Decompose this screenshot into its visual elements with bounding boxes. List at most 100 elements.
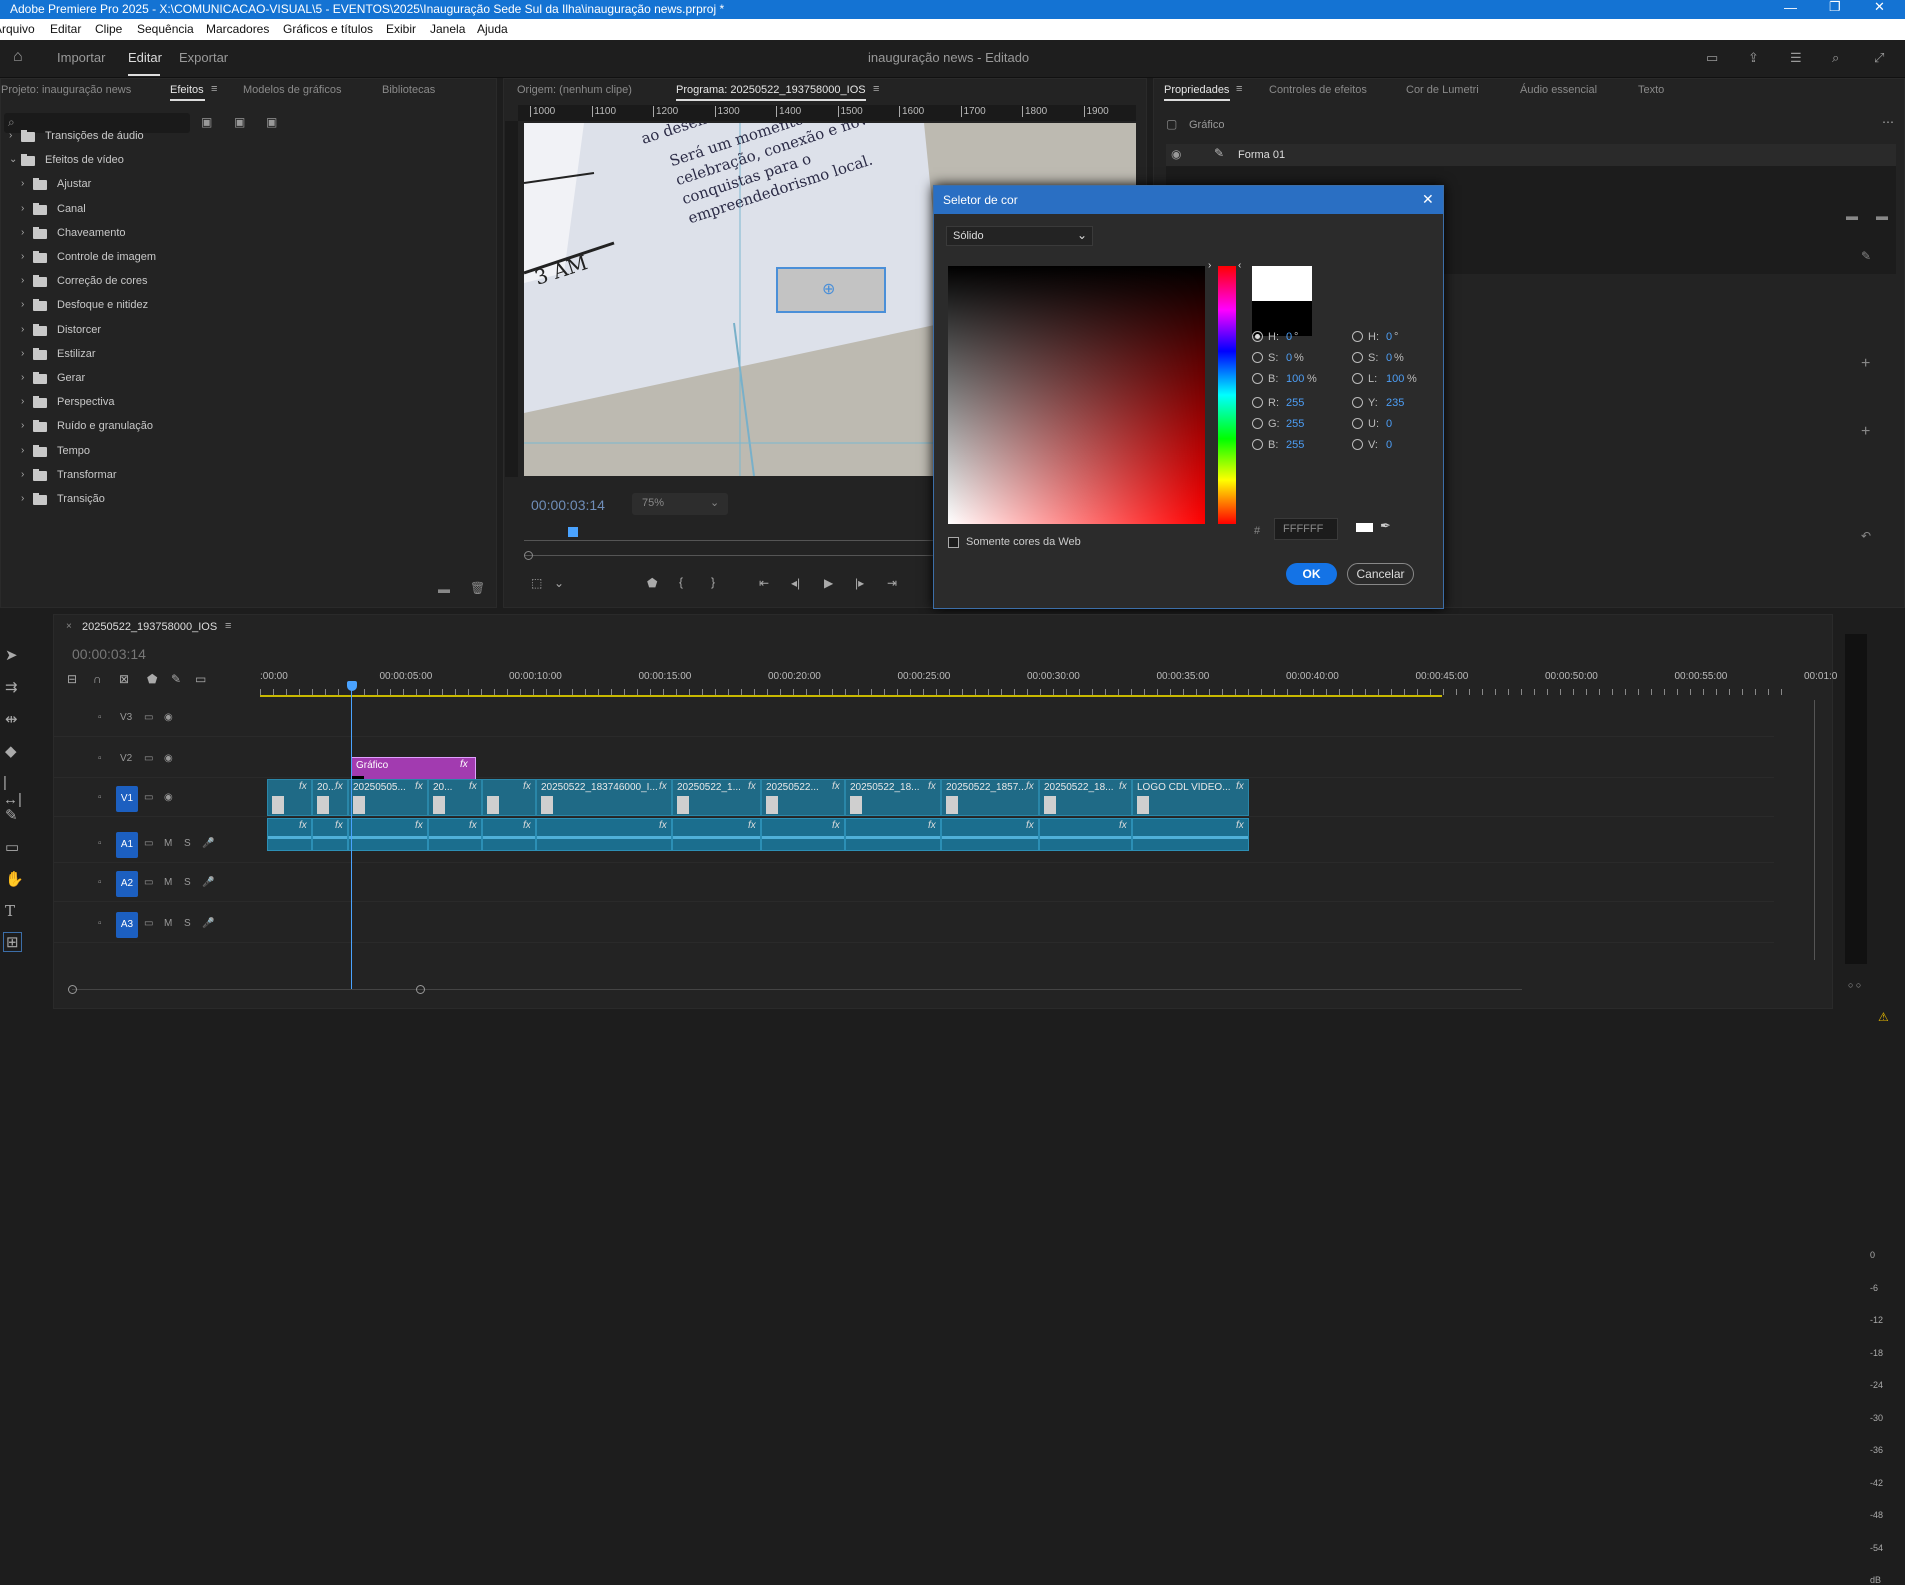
effects-tree-item[interactable]: › Chaveamento	[1, 224, 481, 244]
color-mode-radio[interactable]	[1252, 373, 1263, 384]
properties-menu-icon[interactable]: ≡	[1236, 83, 1242, 95]
work-area-bar[interactable]	[260, 695, 1442, 697]
restore-icon[interactable]: ❐	[1829, 0, 1841, 15]
audio-clip[interactable]: fx	[941, 818, 1039, 851]
effects-tree-item[interactable]: › Perspectiva	[1, 393, 481, 413]
effects-tree-item[interactable]: › Transformar	[1, 466, 481, 486]
color-mode-radio[interactable]	[1352, 352, 1363, 363]
audio-clip[interactable]: fx	[482, 818, 536, 851]
chevron-right-icon[interactable]: ›	[21, 420, 24, 431]
track-label[interactable]: V1	[116, 786, 138, 812]
effects-tree-item[interactable]: › Gerar	[1, 369, 481, 389]
menu-arquivo[interactable]: Arquivo	[0, 22, 35, 36]
effects-tree-item[interactable]: › Ajustar	[1, 175, 481, 195]
layer-row[interactable]: ◉ ✎ Forma 01	[1166, 144, 1896, 166]
wrench-icon[interactable]: ✎	[1861, 249, 1871, 263]
dialog-close-icon[interactable]: ✕	[1422, 191, 1434, 208]
export-tab[interactable]: Exportar	[179, 50, 228, 65]
effects-tree-item[interactable]: › Estilizar	[1, 345, 481, 365]
eye-icon[interactable]: ◉	[164, 753, 173, 764]
sequence-tab[interactable]: 20250522_193758000_IOS	[82, 621, 217, 633]
zoom-select[interactable]: 75% ⌄	[632, 493, 728, 515]
sync-lock-icon[interactable]: ▭	[144, 918, 153, 929]
menu-marcadores[interactable]: Marcadores	[206, 22, 269, 36]
add-marker-icon[interactable]: ⬟	[147, 672, 157, 686]
microphone-icon[interactable]: 🎤	[202, 838, 214, 849]
audio-clip[interactable]: fx	[1132, 818, 1249, 851]
add-icon-2[interactable]: +	[1861, 423, 1870, 441]
menu-ajuda[interactable]: Ajuda	[477, 22, 508, 36]
web-only-checkbox[interactable]	[948, 537, 959, 548]
linked-selection-icon[interactable]: ⊠	[119, 672, 129, 686]
chevron-right-icon[interactable]: ›	[21, 251, 24, 262]
audio-clip[interactable]: fx	[761, 818, 845, 851]
video-clip[interactable]: 20... fx	[428, 779, 482, 816]
sync-lock-icon[interactable]: ▭	[144, 838, 153, 849]
new-layer-icon[interactable]: ▬	[1846, 209, 1858, 223]
nest-icon[interactable]: ⊟	[67, 672, 77, 686]
scroll-handle[interactable]	[524, 551, 533, 560]
video-clip[interactable]: 20250522... fx	[761, 779, 845, 816]
effects-tree-item[interactable]: › Transições de áudio	[1, 127, 481, 147]
solo-button[interactable]: S	[184, 877, 191, 888]
safe-margins-icon[interactable]: ⬚	[531, 576, 542, 590]
sync-lock-icon[interactable]: ▭	[144, 792, 153, 803]
chevron-right-icon[interactable]: ›	[21, 445, 24, 456]
eye-icon[interactable]: ◉	[164, 792, 173, 803]
hue-slider[interactable]	[1218, 266, 1236, 524]
tab-program[interactable]: Programa: 20250522_193758000_IOS	[676, 84, 866, 96]
lock-toggle-icon[interactable]: ▫	[98, 877, 102, 888]
mark-in-icon[interactable]: {	[679, 575, 683, 589]
program-timecode[interactable]: 00:00:03:14	[531, 497, 605, 513]
video-clip[interactable]: 20250522_18... fx	[845, 779, 941, 816]
eye-icon[interactable]: ◉	[164, 712, 173, 723]
audio-clip[interactable]: fx	[1039, 818, 1132, 851]
marker-icon[interactable]: ⬟	[647, 576, 657, 590]
effects-tree-item[interactable]: › Correção de cores	[1, 272, 481, 292]
color-mode-radio[interactable]	[1252, 397, 1263, 408]
scroll-right-handle[interactable]	[416, 985, 425, 994]
delete-icon[interactable]: 🗑	[470, 581, 485, 595]
fullscreen-icon[interactable]: ⤢	[1874, 50, 1884, 66]
audio-clip[interactable]: fx	[267, 818, 312, 851]
lock-toggle-icon[interactable]: ▫	[98, 792, 102, 803]
anchor-point-icon[interactable]: ⊕	[822, 279, 835, 299]
workspace-icon[interactable]: ▭	[1706, 50, 1718, 66]
color-mode-radio[interactable]	[1352, 397, 1363, 408]
warning-icon[interactable]: ⚠	[1878, 1010, 1889, 1024]
effects-tree-item[interactable]: › Vídeo	[1, 538, 481, 558]
search-help-icon[interactable]: ⌕	[1832, 50, 1839, 66]
color-field-value[interactable]: 0	[1386, 439, 1392, 451]
color-mode-radio[interactable]	[1352, 439, 1363, 450]
effects-tree-item[interactable]: › Tempo	[1, 442, 481, 462]
sequence-menu-icon[interactable]: ≡	[225, 620, 231, 632]
monitor-scrollbar[interactable]	[524, 555, 954, 556]
reset-icon[interactable]: ↶	[1861, 529, 1871, 543]
chevron-right-icon[interactable]: ›	[21, 324, 24, 335]
settings-chevron-icon[interactable]: ⌄	[554, 576, 564, 590]
effects-tree-item[interactable]: › Canal	[1, 200, 481, 220]
share-icon[interactable]: ⇪	[1748, 50, 1759, 66]
lock-toggle-icon[interactable]: ▫	[98, 753, 102, 764]
close-sequence-icon[interactable]: ×	[66, 621, 72, 632]
color-mode-radio[interactable]	[1252, 418, 1263, 429]
delete-layer-icon[interactable]: ▬	[1876, 209, 1888, 223]
home-icon[interactable]: ⌂	[13, 48, 23, 66]
edit-tab[interactable]: Editar	[128, 50, 162, 65]
pen-tool-icon[interactable]: ✎	[5, 806, 18, 824]
effects-tree-item[interactable]: › Desfoque e nitidez	[1, 296, 481, 316]
new-bin-icon[interactable]: ▬	[438, 582, 450, 596]
timeline-timecode[interactable]: 00:00:03:14	[72, 646, 146, 662]
go-to-in-icon[interactable]: ⇤	[759, 576, 769, 590]
video-clip[interactable]: 20250522_1... fx	[672, 779, 761, 816]
hue-arrow-left-icon[interactable]: ›	[1208, 260, 1211, 271]
audio-clip[interactable]: fx	[312, 818, 348, 851]
sync-lock-icon[interactable]: ▭	[144, 877, 153, 888]
hue-arrow-right-icon[interactable]: ‹	[1238, 260, 1241, 271]
chevron-right-icon[interactable]: ›	[21, 469, 24, 480]
step-back-icon[interactable]: ◂|	[791, 576, 800, 590]
chevron-right-icon[interactable]: ›	[21, 299, 24, 310]
chevron-down-icon[interactable]: ⌄	[9, 154, 17, 165]
timeline-settings-icon[interactable]: ✎	[171, 672, 181, 686]
lock-toggle-icon[interactable]: ▫	[98, 918, 102, 929]
